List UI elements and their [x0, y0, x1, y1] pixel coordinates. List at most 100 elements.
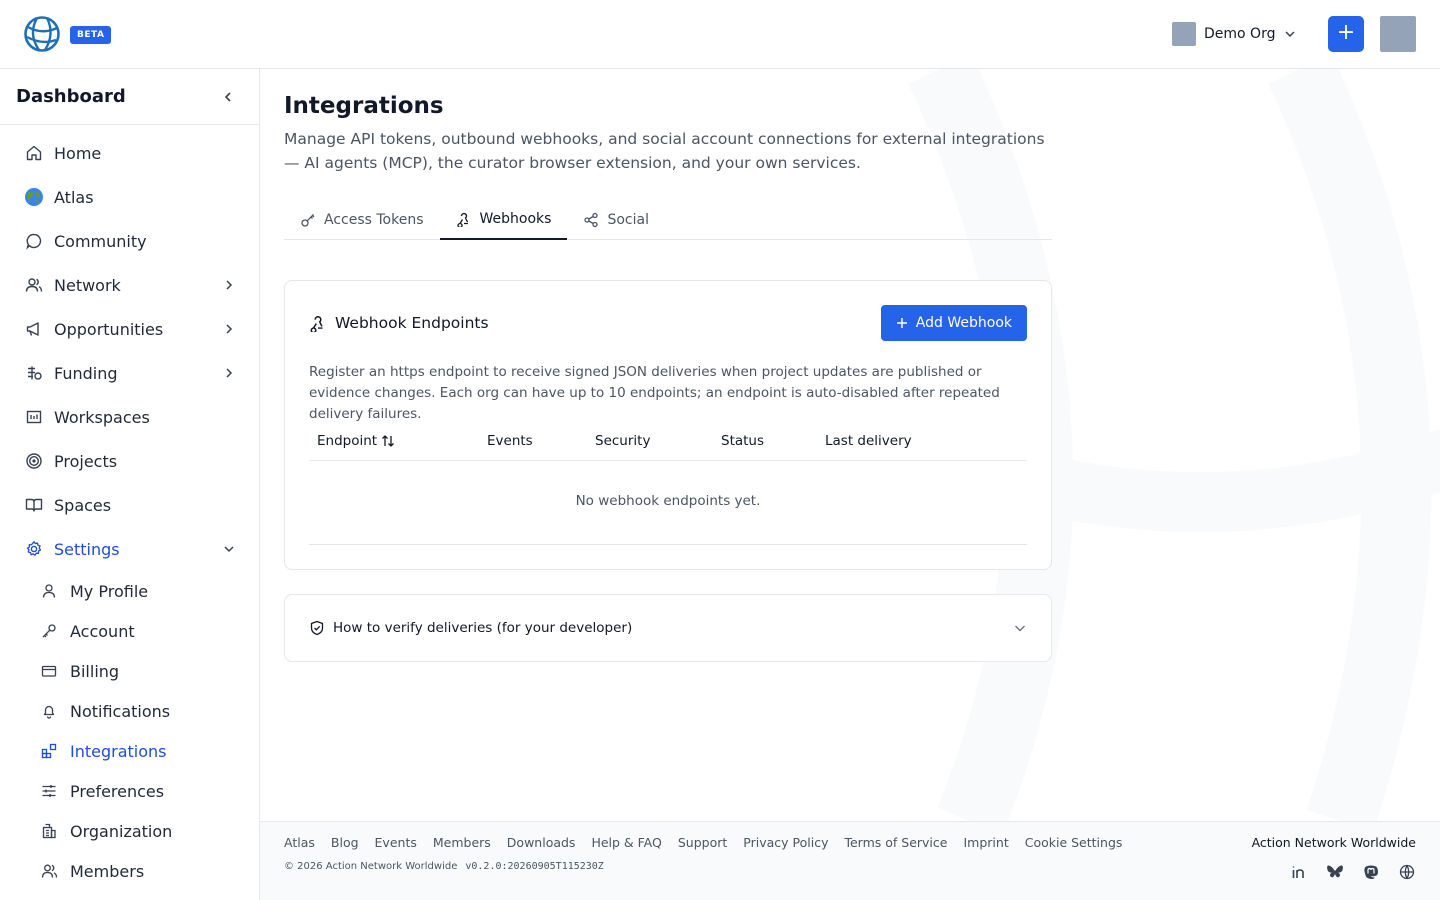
building-icon — [40, 822, 58, 840]
footer-link-help[interactable]: Help & FAQ — [591, 835, 661, 850]
column-header-events: Events — [487, 433, 533, 449]
sidebar-subitem-notifications[interactable]: Notifications — [0, 691, 259, 731]
sidebar-subitem-preferences[interactable]: Preferences — [0, 771, 259, 811]
calendar-icon — [24, 407, 44, 427]
page-title: Integrations — [284, 93, 444, 119]
linkedin-icon[interactable] — [1290, 863, 1308, 881]
footer-link-support[interactable]: Support — [678, 835, 727, 850]
footer-link-events[interactable]: Events — [375, 835, 417, 850]
key-icon — [301, 213, 315, 227]
column-header-last-delivery: Last delivery — [825, 433, 912, 449]
sidebar-item-network[interactable]: Network — [0, 263, 259, 307]
bluesky-icon[interactable] — [1326, 863, 1344, 881]
footer-link-cookie-settings[interactable]: Cookie Settings — [1025, 835, 1123, 850]
sidebar-item-spaces[interactable]: Spaces — [0, 483, 259, 527]
chevron-right-icon — [226, 324, 233, 334]
globe-emoji-icon — [24, 187, 44, 207]
sidebar-subitem-account[interactable]: Account — [0, 611, 259, 651]
accordion-title: How to verify deliveries (for your devel… — [333, 620, 633, 636]
column-label: Status — [721, 433, 765, 449]
share-icon — [584, 212, 599, 227]
footer-link-blog[interactable]: Blog — [331, 835, 359, 850]
create-button[interactable]: + — [1328, 16, 1364, 52]
sidebar-subitem-label: Members — [70, 861, 145, 881]
chevron-right-icon — [226, 280, 233, 290]
add-webhook-button[interactable]: Add Webhook — [880, 305, 1027, 341]
chat-bubble-icon — [24, 231, 44, 251]
sidebar-item-label: Spaces — [54, 495, 112, 515]
tab-bar: Access Tokens Webhooks Social — [284, 199, 1052, 240]
footer-links: Atlas Blog Events Members Downloads Help… — [284, 835, 1122, 850]
sidebar-item-label: Atlas — [54, 187, 94, 207]
sidebar-subitem-integrations[interactable]: Integrations — [0, 731, 259, 771]
sidebar-subitem-label: My Profile — [70, 581, 149, 601]
footer-social-links — [1290, 863, 1416, 881]
sidebar-item-settings[interactable]: Settings — [0, 527, 259, 571]
bell-icon — [40, 702, 58, 720]
sidebar-item-community[interactable]: Community — [0, 219, 259, 263]
sidebar-item-label: Network — [54, 275, 121, 295]
org-name: Demo Org — [1204, 26, 1276, 42]
globe-logo-icon[interactable] — [23, 15, 61, 53]
users-icon — [24, 275, 44, 295]
shield-check-icon — [310, 620, 324, 636]
sidebar-item-home[interactable]: Home — [0, 131, 259, 175]
footer-link-atlas[interactable]: Atlas — [284, 835, 315, 850]
card-description: Register an https endpoint to receive si… — [309, 364, 1000, 422]
sidebar-subitem-billing[interactable]: Billing — [0, 651, 259, 691]
gear-icon — [24, 539, 44, 559]
book-icon — [24, 495, 44, 515]
sidebar-subitem-organization[interactable]: Organization — [0, 811, 259, 851]
sidebar-item-label: Opportunities — [54, 319, 164, 339]
column-header-security: Security — [595, 433, 650, 449]
user-avatar[interactable] — [1380, 16, 1416, 52]
column-header-endpoint[interactable]: Endpoint — [317, 433, 395, 449]
sidebar-item-label: Funding — [54, 363, 118, 383]
sidebar-item-label: Settings — [54, 539, 120, 559]
empty-state: No webhook endpoints yet. — [575, 493, 761, 509]
add-webhook-label: Add Webhook — [915, 315, 1012, 331]
sidebar-item-workspaces[interactable]: Workspaces — [0, 395, 259, 439]
webhook-endpoints-card: Webhook Endpoints Add Webhook Register a… — [284, 280, 1052, 570]
column-label: Security — [595, 433, 651, 449]
column-header-status: Status — [721, 433, 764, 449]
tab-access-tokens[interactable]: Access Tokens — [284, 199, 440, 240]
footer-link-terms[interactable]: Terms of Service — [844, 835, 947, 850]
funding-icon — [24, 363, 44, 383]
footer-link-members[interactable]: Members — [433, 835, 491, 850]
top-bar: BETA Demo Org + — [0, 0, 1440, 69]
sidebar-nav: Home Atlas Community Network Opportuniti… — [0, 125, 259, 891]
sort-icon — [382, 435, 395, 447]
org-switcher[interactable]: Demo Org — [1172, 22, 1297, 46]
chevron-down-icon — [1015, 625, 1025, 632]
tab-webhooks[interactable]: Webhooks — [439, 199, 568, 240]
table-header: Endpoint Events Security Status Last del… — [309, 428, 1027, 461]
sidebar-subitem-label: Organization — [70, 821, 173, 841]
sidebar-subitem-members[interactable]: Members — [0, 851, 259, 891]
column-label: Events — [487, 433, 533, 449]
chevron-right-icon — [226, 368, 233, 378]
chevron-down-icon — [1285, 31, 1295, 38]
verify-deliveries-accordion[interactable]: How to verify deliveries (for your devel… — [284, 594, 1052, 662]
sidebar-item-opportunities[interactable]: Opportunities — [0, 307, 259, 351]
sidebar-item-funding[interactable]: Funding — [0, 351, 259, 395]
footer-link-imprint[interactable]: Imprint — [963, 835, 1008, 850]
sidebar-subitem-label: Billing — [70, 661, 120, 681]
webhook-icon — [456, 212, 468, 227]
collapse-sidebar-icon[interactable] — [221, 90, 235, 104]
website-globe-icon[interactable] — [1398, 863, 1416, 881]
sidebar-subitem-label: Preferences — [70, 781, 165, 801]
tab-label: Social — [607, 211, 649, 228]
footer-link-downloads[interactable]: Downloads — [507, 835, 576, 850]
copyright-text: © 2026 Action Network Worldwide — [284, 861, 458, 872]
home-icon — [24, 143, 44, 163]
mastodon-icon[interactable] — [1362, 863, 1380, 881]
footer-link-privacy[interactable]: Privacy Policy — [743, 835, 828, 850]
tab-social[interactable]: Social — [567, 199, 665, 240]
megaphone-icon — [24, 319, 44, 339]
sidebar-item-atlas[interactable]: Atlas — [0, 175, 259, 219]
sidebar-item-projects[interactable]: Projects — [0, 439, 259, 483]
footer-brand: Action Network Worldwide — [1251, 835, 1416, 850]
sidebar-subitem-my-profile[interactable]: My Profile — [0, 571, 259, 611]
tab-label: Access Tokens — [324, 211, 424, 228]
